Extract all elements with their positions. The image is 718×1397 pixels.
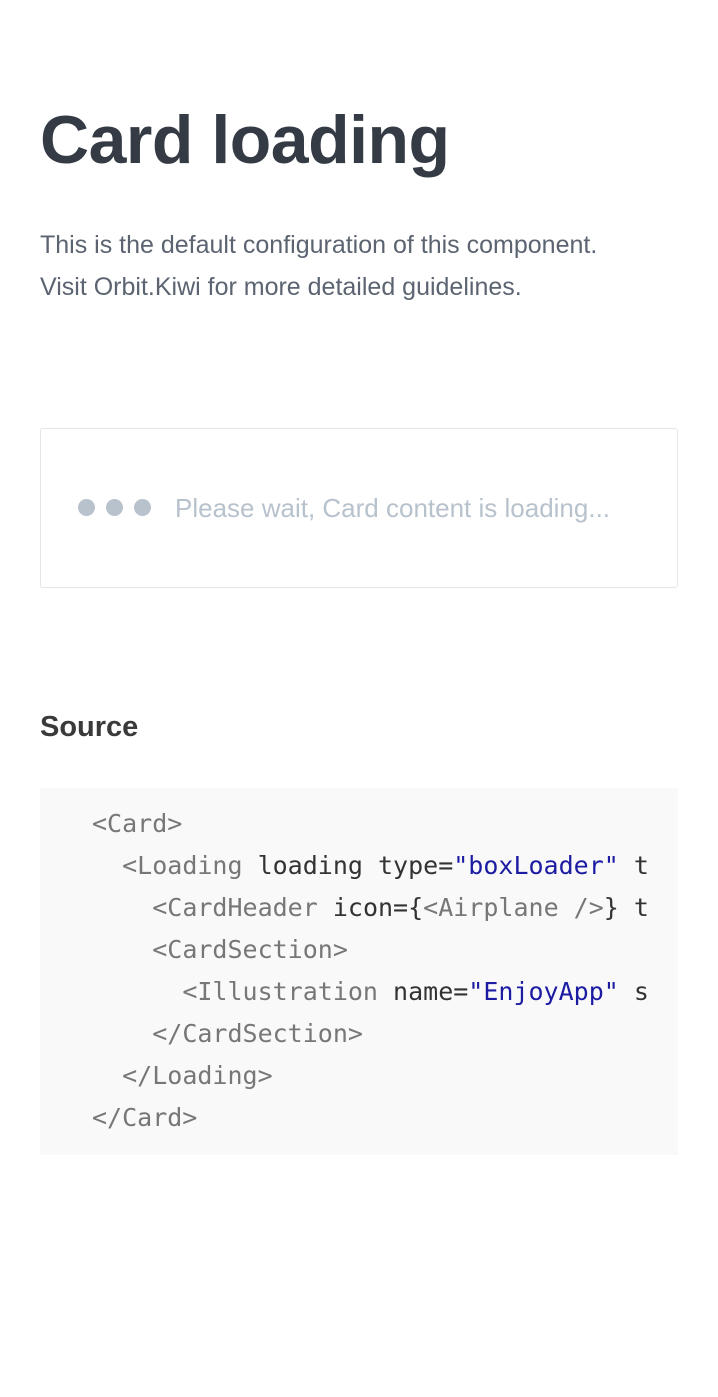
code-listing: <Card> <Loading loading type="boxLoader"…: [92, 803, 649, 1139]
code-token-attr: name=: [377, 977, 469, 1006]
code-line: </Card>: [92, 1097, 649, 1139]
code-line: </CardSection>: [92, 1013, 649, 1055]
loading-dot: [134, 499, 151, 516]
code-token-tag: <CardHeader: [152, 893, 318, 922]
code-block[interactable]: <Card> <Loading loading type="boxLoader"…: [40, 788, 678, 1155]
code-line: <CardSection>: [92, 929, 649, 971]
code-token-str: "EnjoyApp": [468, 977, 619, 1006]
source-heading: Source: [40, 711, 139, 743]
loading-text: Please wait, Card content is loading...: [175, 493, 611, 523]
page-description: This is the default configuration of thi…: [40, 224, 700, 308]
loading-dot: [106, 499, 123, 516]
loading-dots-icon: [78, 499, 151, 516]
code-token-tag: <Illustration: [182, 977, 378, 1006]
description-line-2: Visit Orbit.Kiwi for more detailed guide…: [40, 273, 522, 301]
code-token-str: "boxLoader": [453, 851, 619, 880]
description-line-1: This is the default configuration of thi…: [40, 231, 598, 259]
code-line: <Illustration name="EnjoyApp" s: [92, 971, 649, 1013]
loading-card: Please wait, Card content is loading...: [40, 428, 678, 588]
code-token-attr: t: [618, 851, 649, 880]
code-token-tag: </Card>: [92, 1103, 198, 1132]
code-line: <CardHeader icon={<Airplane />} t: [92, 887, 649, 929]
code-token-tag: <Card>: [92, 809, 183, 838]
loading-dot: [78, 499, 95, 516]
code-token-tag: <Airplane />: [423, 893, 604, 922]
code-line: </Loading>: [92, 1055, 649, 1097]
code-line: <Card>: [92, 803, 649, 845]
code-token-attr: s: [618, 977, 649, 1006]
code-token-attr: icon={: [317, 893, 424, 922]
code-line: <Loading loading type="boxLoader" t: [92, 845, 649, 887]
code-token-attr: } t: [603, 893, 649, 922]
page-title: Card loading: [40, 102, 450, 178]
code-token-attr: loading type=: [242, 851, 454, 880]
code-token-tag: </CardSection>: [152, 1019, 363, 1048]
code-token-tag: <Loading: [122, 851, 243, 880]
code-token-tag: <CardSection>: [152, 935, 348, 964]
code-token-tag: </Loading>: [122, 1061, 273, 1090]
